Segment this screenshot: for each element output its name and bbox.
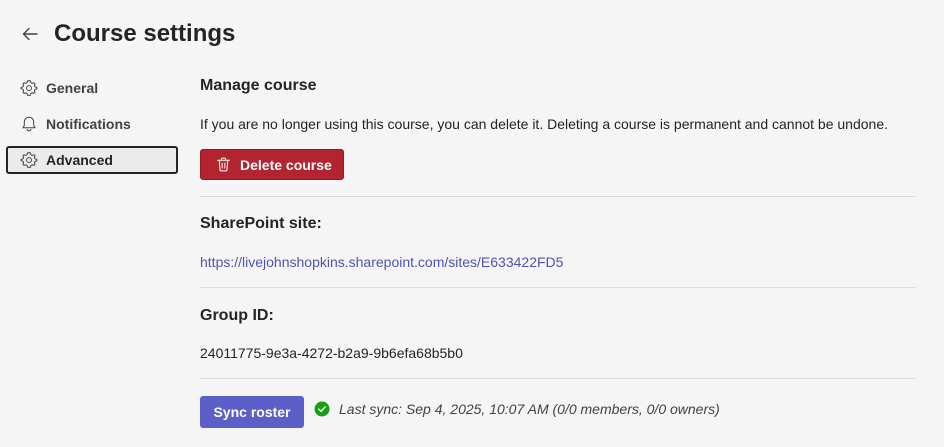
delete-description: If you are no longer using this course, …	[200, 116, 888, 132]
group-id-value: 24011775-9e3a-4272-b2a9-9b6efa68b5b0	[200, 345, 463, 361]
group-id-heading: Group ID:	[200, 307, 274, 324]
settings-sidebar: General Notifications Advanced	[6, 74, 178, 182]
arrow-left-icon	[22, 27, 38, 41]
sidebar-item-general[interactable]: General	[6, 74, 178, 102]
back-button[interactable]	[14, 18, 46, 50]
sync-roster-button[interactable]: Sync roster	[200, 396, 304, 428]
sidebar-item-notifications[interactable]: Notifications	[6, 110, 178, 138]
sharepoint-link[interactable]: https://livejohnshopkins.sharepoint.com/…	[200, 254, 563, 270]
sidebar-item-label: Notifications	[46, 116, 131, 132]
section-divider	[200, 378, 916, 379]
gear-icon	[19, 150, 39, 170]
delete-course-button[interactable]: Delete course	[200, 149, 344, 180]
gear-icon	[19, 78, 39, 98]
check-circle-icon	[314, 401, 330, 417]
section-divider	[200, 287, 916, 288]
sync-status: Last sync: Sep 4, 2025, 10:07 AM (0/0 me…	[314, 401, 720, 417]
trash-icon	[217, 157, 230, 172]
page-header: Course settings	[0, 0, 944, 68]
last-sync-text: Last sync: Sep 4, 2025, 10:07 AM (0/0 me…	[339, 401, 720, 417]
delete-course-label: Delete course	[240, 156, 332, 173]
manage-course-heading: Manage course	[200, 77, 317, 94]
sidebar-item-label: Advanced	[46, 152, 113, 168]
section-divider	[200, 196, 916, 197]
sharepoint-heading: SharePoint site:	[200, 215, 322, 232]
sidebar-item-advanced[interactable]: Advanced	[6, 146, 178, 174]
page-title: Course settings	[54, 20, 236, 47]
sidebar-item-label: General	[46, 80, 99, 96]
bell-icon	[19, 114, 39, 134]
